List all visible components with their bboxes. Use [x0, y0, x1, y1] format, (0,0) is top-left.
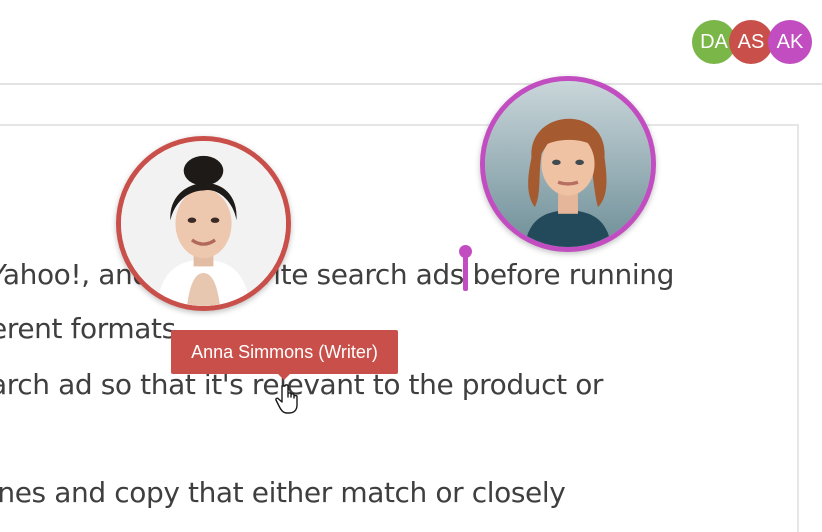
collaborator-tooltip: Anna Simmons (Writer): [171, 330, 398, 374]
collaborator-avatar-kate[interactable]: [480, 76, 656, 252]
collaborator-chip-as[interactable]: AS: [729, 20, 773, 64]
collaborator-avatar-anna[interactable]: [116, 136, 291, 311]
document-line[interactable]: ines and copy that either match or close…: [0, 476, 566, 509]
collaborator-chip-ak[interactable]: AK: [768, 20, 812, 64]
avatar-icon: [121, 141, 286, 306]
tooltip-arrow: [277, 373, 291, 380]
avatar-icon: [485, 81, 651, 247]
document-line[interactable]: Yahoo!, and Bing. Write search ads befor…: [0, 258, 674, 291]
divider: [0, 83, 822, 85]
document-page[interactable]: Yahoo!, and Bing. Write search ads befor…: [0, 124, 799, 532]
document-line[interactable]: erent formats.: [0, 312, 185, 345]
top-bar: DA AS AK: [0, 0, 822, 84]
collaborator-presence-list: DA AS AK: [692, 20, 814, 64]
remote-caret-handle: [459, 245, 472, 258]
editor-stage: DA AS AK Yahoo!, and Bing. Write search …: [0, 0, 822, 532]
hand-cursor-icon: [275, 384, 298, 414]
